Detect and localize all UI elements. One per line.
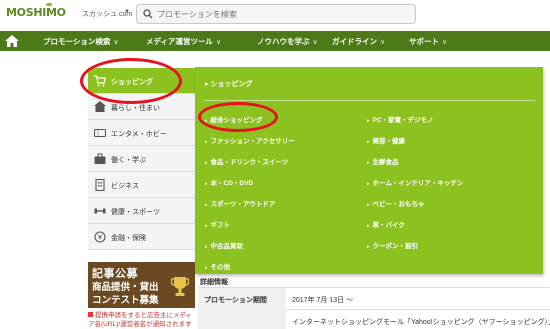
- top-bar: MOSHIMO スカッシュ.com ▼: [0, 0, 550, 30]
- chevron-down-icon: ∨: [215, 39, 222, 46]
- dropdown-link[interactable]: PC・家電・デジモノ: [367, 114, 434, 124]
- trophy-icon: [171, 277, 189, 296]
- dropdown-divider: [205, 100, 535, 101]
- dropdown-link[interactable]: 総合ショッピング: [205, 114, 263, 124]
- sidebar-item-shopping[interactable]: ショッピング: [88, 68, 202, 94]
- main-nav: プロモーション検索 ∨ メディア運営ツール ∨ ノウハウを学ぶ ∨ ガイドライン ∨ サ…: [0, 31, 550, 51]
- details-heading: 詳細情報: [200, 279, 228, 286]
- sidebar-item-entertainment[interactable]: エンタメ・ホビー: [88, 120, 195, 146]
- row-key: プロモーション期間: [198, 288, 286, 310]
- sidebar-item-finance[interactable]: ¥ 金融・保険: [88, 224, 195, 250]
- chevron-down-icon: ∨: [312, 39, 318, 46]
- search-box[interactable]: [136, 4, 416, 24]
- notice-square-icon: [88, 312, 93, 317]
- row-value: 2017年 7月 13日 〜: [292, 297, 354, 304]
- sidebar-item-label: 働く・学ぶ: [111, 157, 146, 164]
- nav-promotion-search[interactable]: プロモーション検索 ∨: [43, 36, 118, 47]
- sidebar-item-label: 暮らし・住まい: [111, 105, 160, 112]
- chevron-down-icon: ∨: [380, 39, 386, 46]
- contest-banner[interactable]: 記事公募 商品提供・貸出 コンテスト募集: [88, 262, 195, 308]
- dumbbell-icon: [94, 208, 106, 214]
- moshimo-logo[interactable]: MOSHIMO: [6, 6, 66, 19]
- table-row: インターネットショッピングモール「Yahoo!ショッピング（ヤフーショッピング）…: [198, 310, 550, 329]
- briefcase-icon: [94, 153, 106, 164]
- sidebar-item-work-study[interactable]: 働く・学ぶ: [88, 146, 195, 172]
- sidebar-item-living[interactable]: 暮らし・住まい: [88, 94, 195, 120]
- dropdown-link[interactable]: 生鮮食品: [367, 156, 399, 166]
- shopping-dropdown: ▸ ショッピング 総合ショッピング ファッション・アクセサリー 食品・ドリンク・…: [195, 67, 543, 274]
- table-row: プロモーション期間 2017年 7月 13日 〜: [198, 288, 550, 310]
- banner-line: コンテスト募集: [92, 295, 159, 306]
- ticket-icon: [94, 128, 106, 138]
- home-icon[interactable]: [5, 35, 19, 47]
- dropdown-link[interactable]: ギフト: [205, 219, 231, 229]
- nav-media-tools[interactable]: メディア運営ツール ∨: [146, 36, 221, 47]
- cart-icon: [94, 75, 106, 87]
- sidebar-item-label: ビジネス: [111, 183, 139, 190]
- dropdown-link[interactable]: 美容・健康: [367, 135, 406, 145]
- dropdown-link[interactable]: 本・CD・DVD: [205, 177, 254, 187]
- dropdown-link[interactable]: 車・バイク: [367, 219, 405, 229]
- chevron-down-icon: ∨: [113, 39, 119, 46]
- building-icon: [95, 179, 105, 191]
- banner-line: 商品提供・貸出: [92, 282, 159, 293]
- nav-support[interactable]: サポート ∨: [409, 36, 447, 47]
- dropdown-link[interactable]: クーポン・割引: [367, 240, 419, 250]
- logo-accent: [46, 3, 52, 6]
- category-sidebar: ショッピング 暮らし・住まい エンタメ・ホビー 働く・学ぶ ビジネス 健康・スポ…: [88, 68, 202, 250]
- sidebar-item-label: エンタメ・ホビー: [111, 131, 167, 138]
- dropdown-link[interactable]: ファッション・アクセサリー: [205, 135, 295, 145]
- dropdown-link[interactable]: ベビー・おもちゃ: [367, 198, 425, 208]
- sidebar-item-health-sports[interactable]: 健康・スポーツ: [88, 198, 195, 224]
- svg-text:¥: ¥: [98, 234, 103, 242]
- search-icon: [143, 9, 153, 19]
- nav-guidelines[interactable]: ガイドライン ∨: [332, 36, 385, 47]
- notice-text: 提携申請をすると広告主にメディア名(URL)/運営者名が通知されます: [88, 312, 193, 328]
- sidebar-item-label: 健康・スポーツ: [111, 209, 160, 216]
- dropdown-link[interactable]: スポーツ・アウトドア: [205, 198, 276, 208]
- sidebar-item-label: ショッピング: [111, 79, 153, 86]
- dropdown-link[interactable]: 中古品買取: [205, 240, 244, 250]
- row-value: インターネットショッピングモール「Yahoo!ショッピング（ヤフーショッピング）…: [292, 319, 550, 326]
- chevron-down-icon: ∨: [442, 39, 448, 46]
- money-icon: ¥: [94, 231, 106, 243]
- nav-knowhow[interactable]: ノウハウを学ぶ ∨: [257, 36, 318, 47]
- dropdown-heading[interactable]: ▸ ショッピング: [205, 79, 252, 89]
- dropdown-link[interactable]: ホーム・インテリア・キッチン: [367, 177, 464, 187]
- sidebar-item-business[interactable]: ビジネス: [88, 172, 195, 198]
- details-table: プロモーション期間 2017年 7月 13日 〜 インターネットショッピングモー…: [198, 287, 550, 329]
- row-key: [198, 310, 286, 329]
- dropdown-link[interactable]: 食品・ドリンク・スイーツ: [205, 156, 289, 166]
- house-icon: [94, 101, 106, 112]
- sidebar-item-label: 金融・保険: [111, 235, 146, 242]
- chevron-down-icon[interactable]: ▼: [124, 9, 130, 15]
- search-input[interactable]: [157, 7, 407, 21]
- dropdown-link[interactable]: その他: [205, 261, 231, 271]
